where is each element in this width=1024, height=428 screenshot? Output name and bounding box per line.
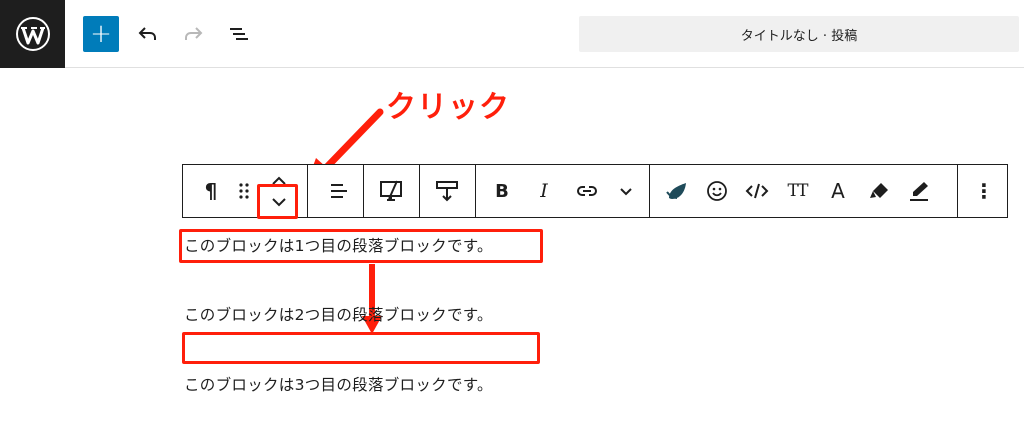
- link-icon: [577, 186, 597, 196]
- align-left-icon: [331, 184, 347, 198]
- italic-button[interactable]: I: [527, 165, 561, 217]
- font-letter-icon: A: [831, 179, 845, 203]
- link-button[interactable]: [569, 165, 605, 217]
- text-size-button[interactable]: TT: [779, 165, 815, 217]
- plugin-format-button[interactable]: [659, 165, 695, 217]
- toolbar-separator: [957, 165, 958, 217]
- block-type-paragraph-button[interactable]: ¶: [193, 165, 229, 217]
- annotation-arrow-upper: [318, 108, 384, 176]
- highlight-drop-position: [182, 332, 540, 364]
- toolbar-separator: [475, 165, 476, 217]
- paragraph-icon: ¶: [204, 179, 218, 203]
- inline-code-button[interactable]: [739, 165, 775, 217]
- pen-underline-icon: [910, 182, 928, 201]
- toolbar-separator: [419, 165, 420, 217]
- leaf-icon: [666, 183, 686, 199]
- more-vertical-icon: ⋮: [974, 179, 994, 203]
- marker-icon: [870, 183, 888, 198]
- toolbar-separator: [649, 165, 650, 217]
- bold-icon: B: [495, 180, 509, 202]
- chevron-down-icon: [620, 187, 632, 195]
- font-button[interactable]: A: [821, 165, 855, 217]
- text-size-icon: TT: [787, 181, 809, 201]
- code-icon: [745, 183, 769, 199]
- highlight-move-down: [257, 184, 298, 219]
- drag-handle[interactable]: [231, 165, 257, 217]
- drag-handle-icon: [239, 183, 249, 199]
- more-rich-text-button[interactable]: [611, 165, 641, 217]
- toolbar-separator: [307, 165, 308, 217]
- desktop-mobile-icon: [380, 180, 402, 201]
- italic-icon: I: [540, 180, 548, 202]
- emoji-button[interactable]: [699, 165, 735, 217]
- stack-on-mobile-button[interactable]: [371, 165, 413, 217]
- options-button[interactable]: ⋮: [967, 165, 1001, 217]
- block-toolbar: ¶ B I TT A ⋮: [182, 164, 1008, 218]
- paragraph-block-3[interactable]: このブロックは3つ目の段落ブロックです。: [184, 373, 493, 395]
- bold-button[interactable]: B: [485, 165, 519, 217]
- vertical-resize-icon: [436, 181, 458, 202]
- highlight-paragraph-1: [179, 229, 543, 263]
- align-button[interactable]: [319, 165, 359, 217]
- highlight-button[interactable]: [861, 165, 897, 217]
- height-button[interactable]: [427, 165, 467, 217]
- smiley-icon: [707, 181, 727, 201]
- toolbar-separator: [363, 165, 364, 217]
- paragraph-block-2[interactable]: このブロックは2つ目の段落ブロックです。: [184, 303, 493, 325]
- text-color-button[interactable]: [901, 165, 937, 217]
